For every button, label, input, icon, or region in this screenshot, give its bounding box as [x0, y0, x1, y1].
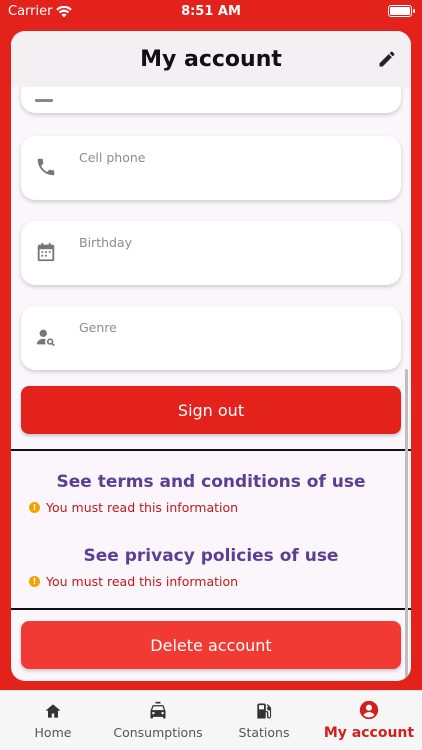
person-search-icon [36, 329, 55, 347]
privacy-warning-text: You must read this information [46, 574, 239, 589]
divider [11, 608, 411, 610]
delete-account-button[interactable]: Delete account [21, 621, 401, 669]
warning-icon: ! [29, 576, 40, 587]
pencil-icon [379, 51, 395, 67]
cell-phone-field[interactable]: Cell phone [21, 136, 401, 200]
cell-phone-label: Cell phone [79, 150, 146, 165]
page-title: My account [140, 46, 282, 72]
tab-home[interactable]: Home [20, 691, 86, 750]
warning-icon: ! [29, 502, 40, 513]
status-bar: Carrier 8:51 AM [0, 0, 422, 24]
birthday-label: Birthday [79, 235, 133, 250]
terms-link[interactable]: See terms and conditions of use [11, 472, 411, 492]
sign-out-button[interactable]: Sign out [21, 386, 401, 434]
tab-bar: Home Consumptions Stations My account [0, 690, 422, 750]
tab-stations[interactable]: Stations [228, 691, 300, 750]
scrollbar[interactable] [405, 369, 408, 679]
account-icon [359, 700, 379, 720]
header: My account [11, 31, 411, 87]
calendar-icon [37, 242, 55, 262]
terms-warning: ! You must read this information [29, 500, 238, 515]
divider [11, 449, 411, 451]
tab-home-label: Home [34, 725, 72, 740]
tab-consumptions[interactable]: Consumptions [108, 691, 208, 750]
tab-stations-label: Stations [238, 725, 290, 740]
phone-icon [37, 158, 55, 176]
tab-consumptions-label: Consumptions [113, 725, 203, 740]
terms-warning-text: You must read this information [46, 500, 239, 515]
privacy-link[interactable]: See privacy policies of use [11, 546, 411, 566]
genre-label: Genre [79, 320, 117, 335]
fuel-pump-icon [257, 703, 272, 719]
genre-field[interactable]: Genre [21, 306, 401, 370]
field-icon-partial [35, 99, 53, 102]
tab-my-account-label: My account [323, 725, 415, 741]
privacy-warning: ! You must read this information [29, 574, 238, 589]
home-icon [45, 704, 61, 718]
status-time: 8:51 AM [181, 4, 241, 19]
tab-my-account[interactable]: My account [322, 691, 416, 750]
battery-icon [388, 5, 415, 17]
edit-button[interactable] [375, 47, 399, 71]
account-card: My account Cell phone Birthday Genre Sig… [11, 31, 411, 681]
birthday-field[interactable]: Birthday [21, 221, 401, 285]
car-icon [150, 701, 166, 719]
